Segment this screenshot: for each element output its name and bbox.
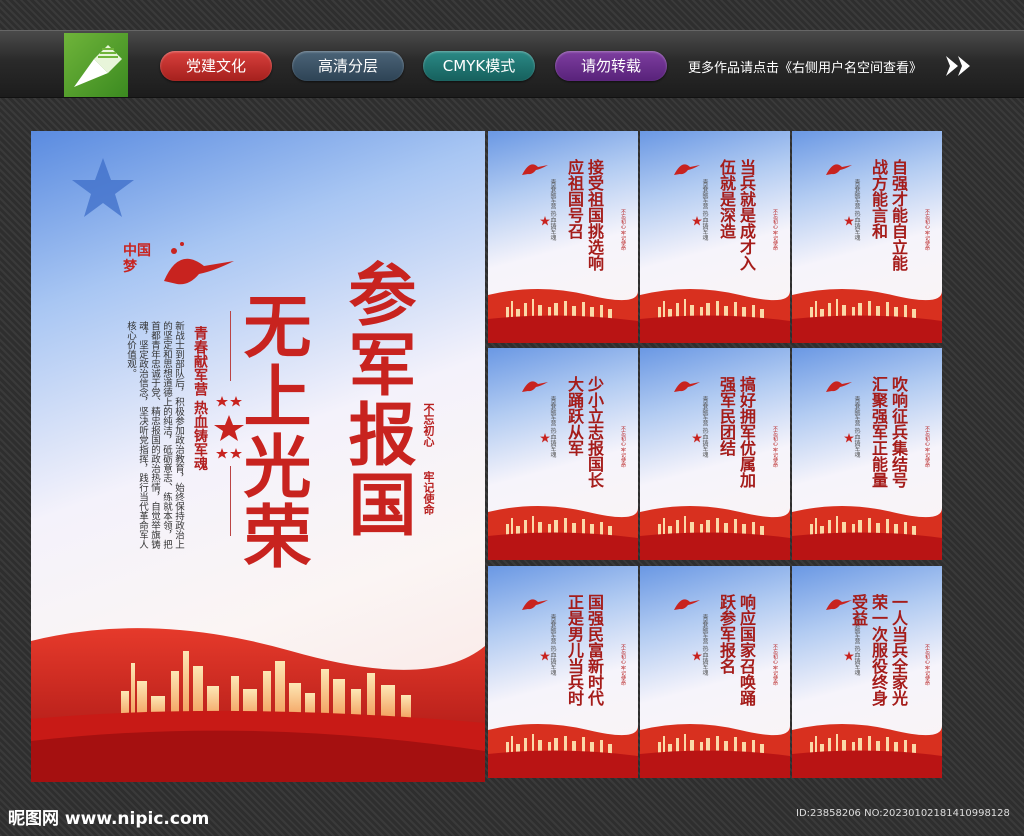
mini-badge: 不忘初心 牢记使命 [772, 644, 778, 686]
mini-badge: 不忘初心 牢记使命 [924, 644, 930, 686]
mini-badge: 不忘初心 牢记使命 [772, 209, 778, 251]
mini-badge: 不忘初心 牢记使命 [772, 426, 778, 468]
star-icon [844, 433, 854, 443]
badge-mission: 牢记使命 [422, 471, 435, 515]
double-arrow-icon[interactable] [944, 51, 974, 81]
skyline-red-banner [488, 289, 638, 343]
pen-nib-icon [74, 45, 122, 87]
mini-poster: 青春献军营 热血铸军魂 当兵就是成才入伍就是深造 不忘初心 牢记使命 [640, 131, 790, 343]
mini-poster: 青春献军营 热血铸军魂 接受祖国挑选响应祖国号召 不忘初心 牢记使命 [488, 131, 638, 343]
china-dream-logo [522, 599, 548, 610]
mini-poster: 青春献军营 热血铸军魂 自强才能自立能战方能言和 不忘初心 牢记使命 [792, 131, 942, 343]
mini-badge: 不忘初心 牢记使命 [924, 426, 930, 468]
main-title-secondary: 无上光荣 [231, 291, 311, 571]
mini-poster: 青春献军营 热血铸军魂 国强民富新时代正是男儿当兵时 不忘初心 牢记使命 [488, 566, 638, 778]
site-logo[interactable] [64, 33, 128, 97]
mini-poster: 青春献军营 热血铸军魂 搞好拥军优属加强军民团结 不忘初心 牢记使命 [640, 348, 790, 560]
mini-badge: 不忘初心 牢记使命 [620, 644, 626, 686]
china-dream-logo [826, 164, 852, 175]
china-dream-logo [522, 164, 548, 175]
main-slogan: 青春献军营 热血铸军魂 [192, 326, 208, 471]
skyline-red-banner [792, 506, 942, 560]
site-watermark: 昵图网 www.nipic.com [8, 809, 210, 829]
china-dream-logo [522, 381, 548, 392]
skyline-red-banner [792, 724, 942, 778]
skyline-red-banner [640, 506, 790, 560]
mini-title: 自强才能自立能战方能言和 [869, 159, 908, 271]
mini-poster: 青春献军营 热血铸军魂 少小立志报国长大踊跃从军 不忘初心 牢记使命 [488, 348, 638, 560]
mini-title: 少小立志报国长大踊跃从军 [565, 376, 604, 488]
main-poster: 中国梦 青春献军营 热血铸军魂 新战士到部队后，积极参加政治教育，始终保持政治上… [31, 131, 485, 782]
main-title-primary: 参军报国 [336, 259, 416, 539]
tag-hd-layers[interactable]: 高清分层 [292, 51, 404, 81]
star-icon [692, 216, 702, 226]
badge-never-forget: 不忘初心 [422, 403, 435, 447]
mini-title: 搞好拥军优属加强军民团结 [717, 376, 756, 488]
tag-no-repost[interactable]: 请勿转载 [555, 51, 667, 81]
mini-title: 当兵就是成才入伍就是深造 [717, 159, 756, 271]
mini-title: 响应国家召唤踊跃参军报名 [717, 594, 756, 706]
mini-title: 接受祖国挑选响应祖国号召 [565, 159, 604, 271]
star-icon [540, 651, 550, 661]
mini-title: 吹响征兵集结号汇聚强军正能量 [869, 376, 908, 488]
skyline-red-banner [640, 289, 790, 343]
star-icon [540, 433, 550, 443]
tag-cmyk-mode[interactable]: CMYK模式 [423, 51, 535, 81]
star-icon [844, 216, 854, 226]
china-dream-logo [674, 164, 700, 175]
mini-poster: 青春献军营 热血铸军魂 吹响征兵集结号汇聚强军正能量 不忘初心 牢记使命 [792, 348, 942, 560]
china-dream-logo [674, 381, 700, 392]
mini-badge: 不忘初心 牢记使命 [924, 209, 930, 251]
china-dream-logo [826, 381, 852, 392]
skyline-red-banner [640, 724, 790, 778]
mini-poster: 青春献军营 热血铸军魂 一人当兵全家光荣一次服役终身受益 不忘初心 牢记使命 [792, 566, 942, 778]
mini-badge: 不忘初心 牢记使命 [620, 426, 626, 468]
more-works-link[interactable]: 更多作品请点击《右侧用户名空间查看》 [688, 57, 922, 76]
main-body-text: 新战士到部队后，积极参加政治教育，始终保持政治上的坚定和思想道德上的纯洁，砥砺意… [125, 321, 184, 549]
skyline-red-banner [31, 628, 485, 782]
tag-party-culture[interactable]: 党建文化 [160, 51, 272, 81]
china-dream-text: 中国梦 [123, 243, 151, 275]
star-icon [72, 158, 134, 217]
skyline-red-banner [488, 506, 638, 560]
china-dream-logo [674, 599, 700, 610]
mini-badge: 不忘初心 牢记使命 [620, 209, 626, 251]
star-icon [692, 433, 702, 443]
mini-title: 一人当兵全家光荣一次服役终身受益 [849, 594, 908, 706]
skyline-red-banner [488, 724, 638, 778]
image-id: ID:23858206 NO:20230102181410998128 [796, 808, 1010, 819]
star-icon [692, 651, 702, 661]
top-bar: 党建文化 高清分层 CMYK模式 请勿转载 更多作品请点击《右侧用户名空间查看》 [0, 30, 1024, 98]
mini-poster: 青春献军营 热血铸军魂 响应国家召唤踊跃参军报名 不忘初心 牢记使命 [640, 566, 790, 778]
mini-title: 国强民富新时代正是男儿当兵时 [565, 594, 604, 706]
star-icon [540, 216, 550, 226]
skyline-red-banner [792, 289, 942, 343]
